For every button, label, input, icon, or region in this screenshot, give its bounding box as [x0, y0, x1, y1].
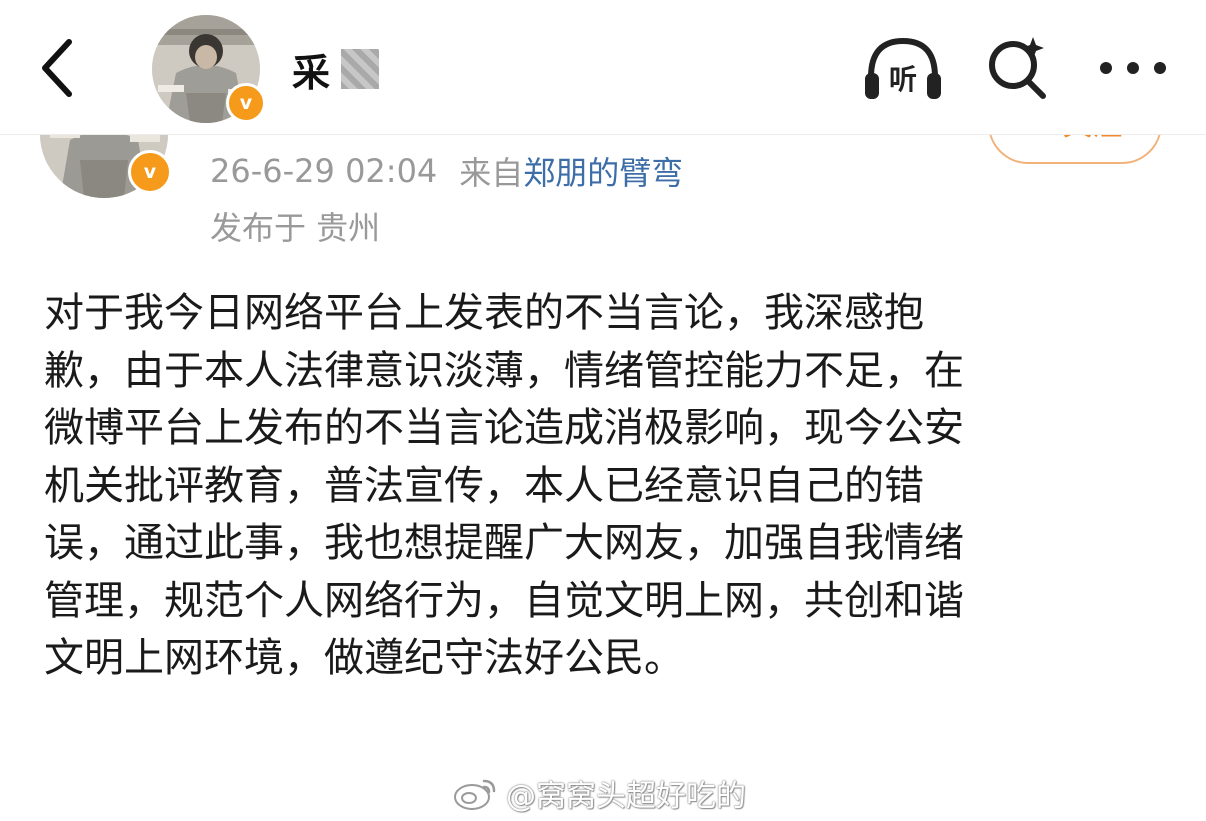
post-meta: 26-6-29 02:04 来自 郑朋的臂弯	[210, 148, 683, 194]
username: 采	[292, 50, 332, 95]
search-sparkle-icon	[989, 37, 1046, 99]
weibo-watermark: @窝窝头超好吃的	[452, 770, 746, 816]
more-options-button[interactable]	[1088, 30, 1178, 106]
weibo-logo-icon	[454, 779, 496, 810]
post-location: 发布于 贵州	[210, 209, 381, 247]
post-body-line: 误，通过此事，我也想提醒广大网友，加强自我情绪	[44, 520, 964, 566]
post-body-line: 文明上网环境，做遵纪守法好公民。	[44, 635, 684, 681]
back-arrow-icon	[42, 39, 72, 97]
post-timestamp: 26-6-29 02:04	[210, 152, 438, 190]
redacted-username-block	[341, 49, 380, 89]
listen-button[interactable]: 听	[858, 30, 948, 106]
watermark-text: @窝窝头超好吃的	[506, 779, 746, 814]
search-button[interactable]	[978, 30, 1058, 106]
username-row[interactable]: 采	[292, 44, 380, 95]
post-body-line: 机关批评教育，普法宣传，本人已经意识自己的错	[44, 462, 924, 509]
post-body-line: 对于我今日网络平台上发表的不当言论，我深感抱	[44, 290, 924, 336]
post-body-line: 管理，规范个人网络行为，自觉文明上网，共创和谐	[44, 577, 964, 624]
post-body-line: 微博平台上发布的不当言论造成消极影响，现今公安	[44, 405, 964, 451]
verified-badge-icon: v	[226, 83, 266, 123]
headphones-icon: 听	[865, 37, 941, 99]
more-dots-icon	[1100, 62, 1166, 74]
top-navigation-bar: v 采 听	[0, 0, 1206, 135]
post-body: 对于我今日网络平台上发表的不当言论，我深感抱 歉，由于本人法律意识淡薄，情绪管控…	[44, 285, 1164, 688]
cut-off-next-line	[44, 808, 244, 821]
back-button[interactable]	[22, 30, 92, 106]
verified-badge-icon: v	[128, 150, 172, 194]
listen-label: 听	[889, 63, 917, 96]
post-body-line: 歉，由于本人法律意识淡薄，情绪管控能力不足，在	[44, 347, 964, 394]
source-link[interactable]: 郑朋的臂弯	[523, 148, 683, 194]
source-prefix: 来自	[459, 154, 524, 192]
weibo-post-page: v + 关注 v	[0, 0, 1206, 821]
header-avatar[interactable]: v	[152, 15, 266, 123]
